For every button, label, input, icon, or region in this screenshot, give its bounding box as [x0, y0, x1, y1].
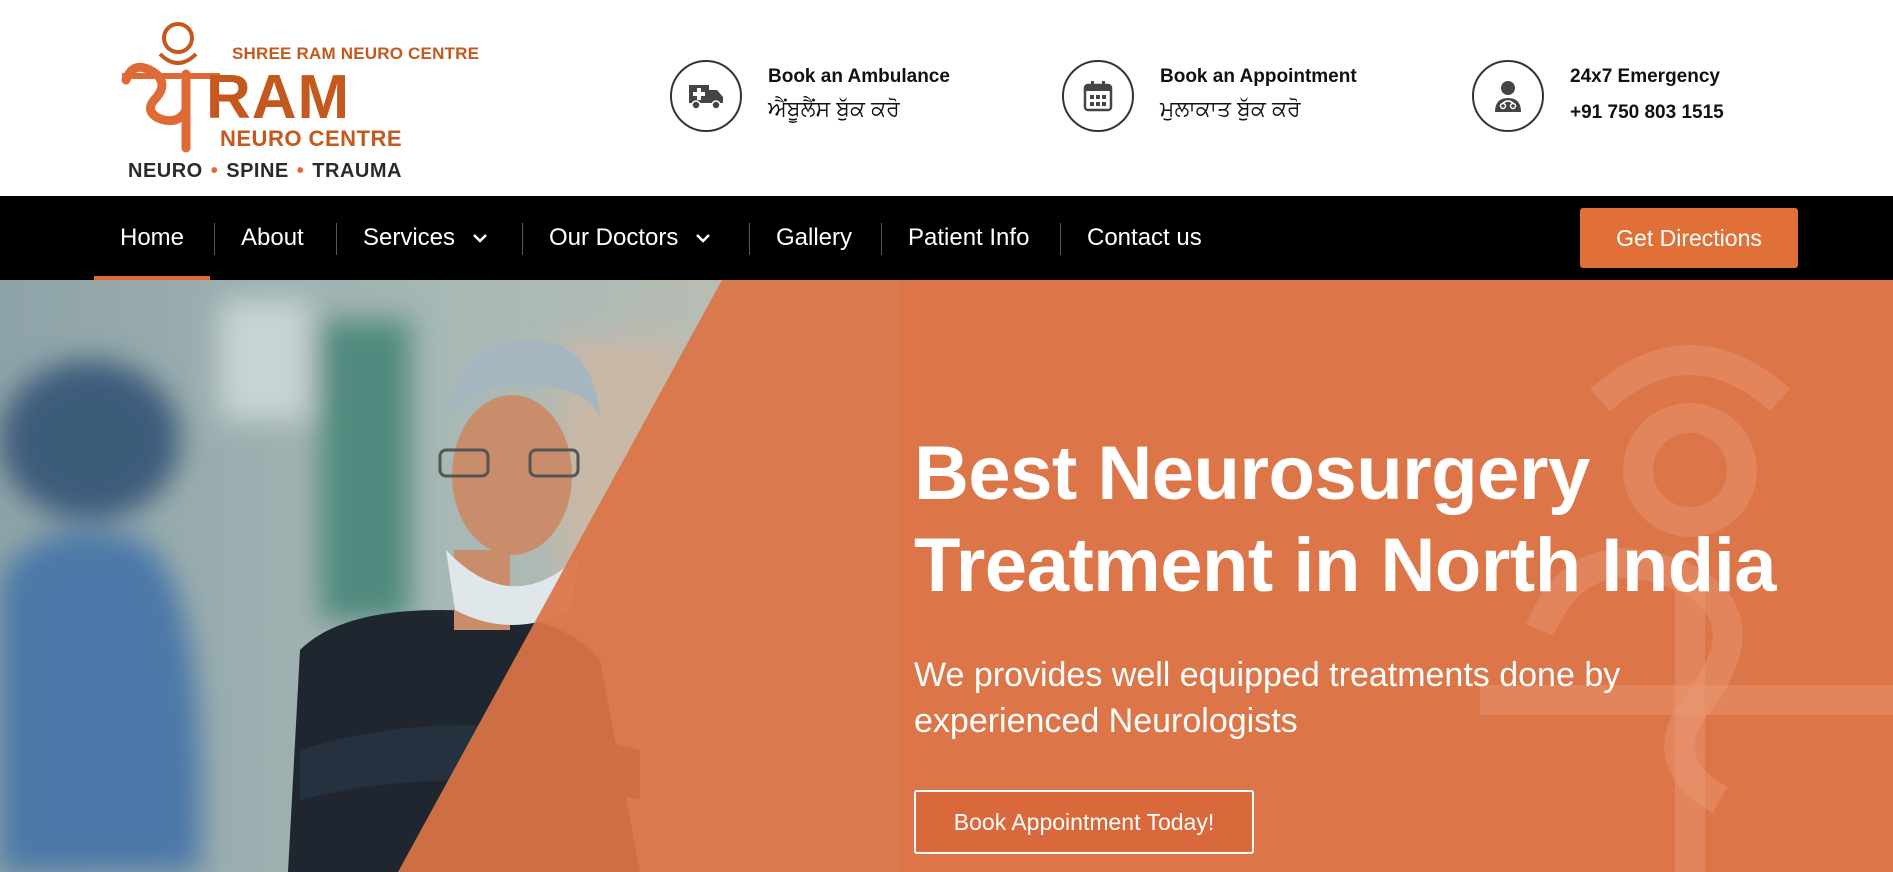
hero-subheading-line1: We provides well equipped treatments don… — [914, 656, 1621, 694]
logo-top-text: SHREE RAM NEURO CENTRE — [232, 44, 480, 63]
logo-tagline: NEURO • SPINE • TRAUMA — [128, 160, 402, 183]
nav-contact-us[interactable]: Contact us — [1087, 196, 1202, 280]
tag-dot: • — [210, 160, 219, 182]
nav-patient-info[interactable]: Patient Info — [908, 196, 1029, 280]
contact-ambulance[interactable]: Book an Ambulance ਐਂਬੂਲੈਂਸ ਬੁੱਕ ਕਰੋ — [670, 60, 970, 138]
nav-services[interactable]: Services — [363, 196, 487, 280]
nav-home-label: Home — [120, 224, 185, 251]
contact-subtitle: ਮੁਲਾਕਾਤ ਬੁੱਕ ਕਰੋ — [1160, 96, 1301, 121]
logo-tag-trauma: TRAUMA — [312, 160, 402, 182]
hero-subheading-line2: experienced Neurologists — [914, 702, 1298, 740]
contact-appointment[interactable]: Book an Appointment ਮੁਲਾਕਾਤ ਬੁੱਕ ਕਰੋ — [1062, 60, 1392, 138]
nav-divider — [749, 223, 750, 255]
tag-dot: • — [296, 160, 305, 182]
nav-divider — [1060, 223, 1061, 255]
site-logo[interactable]: SHREE RAM NEURO CENTRE RAM NEURO CENTRE … — [116, 14, 479, 184]
contact-emergency[interactable]: 24x7 Emergency +91 750 803 1515 — [1472, 60, 1772, 138]
contact-title: Book an Appointment — [1160, 66, 1357, 87]
hero-heading: Best Neurosurgery Treatment in North Ind… — [914, 428, 1777, 612]
hero-banner: Best Neurosurgery Treatment in North Ind… — [0, 280, 1893, 872]
nav-our-doctors[interactable]: Our Doctors — [549, 196, 711, 280]
nav-home[interactable]: Home — [93, 196, 211, 280]
nav-patient-info-label: Patient Info — [908, 224, 1030, 251]
book-appointment-button[interactable]: Book Appointment Today! — [914, 790, 1254, 854]
logo-tag-spine: SPINE — [226, 160, 289, 182]
nav-about-label: About — [241, 224, 304, 251]
hero-subheading: We provides well equipped treatments don… — [914, 652, 1620, 744]
nav-divider — [881, 223, 882, 255]
hero-heading-line1: Best Neurosurgery — [914, 431, 1590, 516]
emergency-phone[interactable]: +91 750 803 1515 — [1570, 102, 1724, 124]
nav-divider — [336, 223, 337, 255]
nav-our-doctors-label: Our Doctors — [549, 224, 679, 251]
nav-about[interactable]: About — [241, 196, 304, 280]
hero-heading-line2: Treatment in North India — [914, 523, 1777, 608]
get-directions-button[interactable]: Get Directions — [1580, 208, 1798, 268]
main-nav: Home About Services Our Doctors Gallery … — [0, 196, 1893, 280]
nav-divider — [522, 223, 523, 255]
logo-main-text: RAM — [206, 63, 351, 132]
doctor-icon — [1472, 60, 1544, 132]
site-header: SHREE RAM NEURO CENTRE RAM NEURO CENTRE … — [0, 0, 1893, 196]
logo-sub-text: NEURO CENTRE — [220, 126, 403, 151]
nav-divider — [214, 223, 215, 255]
nav-contact-us-label: Contact us — [1087, 224, 1202, 251]
contact-title: 24x7 Emergency — [1570, 66, 1720, 87]
chevron-down-icon — [696, 233, 711, 243]
logo-tag-neuro: NEURO — [128, 160, 203, 182]
chevron-down-icon — [473, 233, 487, 243]
contact-title: Book an Ambulance — [768, 66, 950, 87]
nav-services-label: Services — [363, 224, 456, 251]
nav-gallery-label: Gallery — [776, 224, 853, 251]
ambulance-icon — [670, 60, 742, 132]
calendar-icon — [1062, 60, 1134, 132]
nav-gallery[interactable]: Gallery — [776, 196, 852, 280]
contact-subtitle: ਐਂਬੂਲੈਂਸ ਬੁੱਕ ਕਰੋ — [768, 96, 900, 121]
